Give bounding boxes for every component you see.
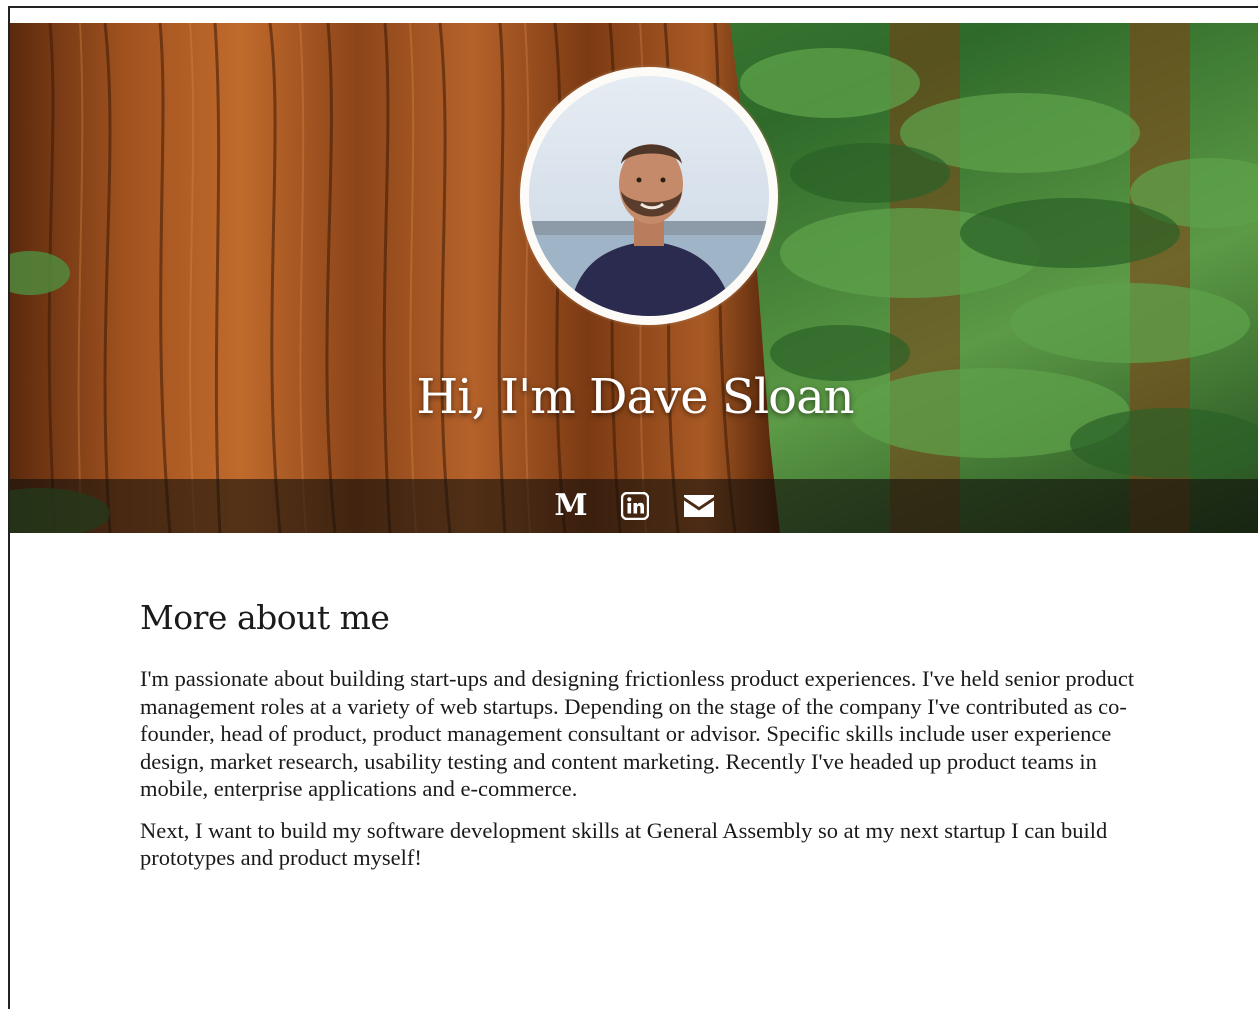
medium-icon: M [554, 488, 588, 523]
about-paragraph: I'm passionate about building start-ups … [140, 666, 1135, 801]
browser-viewport: Hi, I'm Dave Sloan M More about me I'm p… [8, 6, 1258, 1009]
envelope-icon [684, 495, 714, 517]
profile-photo [529, 76, 769, 316]
page-title: Hi, I'm Dave Sloan [416, 369, 854, 425]
profile-photo-frame [520, 67, 778, 325]
social-links-bar: M [10, 479, 1258, 533]
about-heading: More about me [140, 598, 390, 637]
about-paragraph: Next, I want to build my software develo… [140, 817, 1108, 871]
email-link[interactable] [680, 488, 718, 524]
linkedin-link[interactable] [616, 488, 654, 524]
medium-link[interactable]: M [552, 488, 590, 524]
linkedin-icon [621, 492, 649, 520]
hero-banner: Hi, I'm Dave Sloan M [10, 23, 1258, 533]
about-section: More about me I'm passionate about build… [140, 598, 1170, 886]
